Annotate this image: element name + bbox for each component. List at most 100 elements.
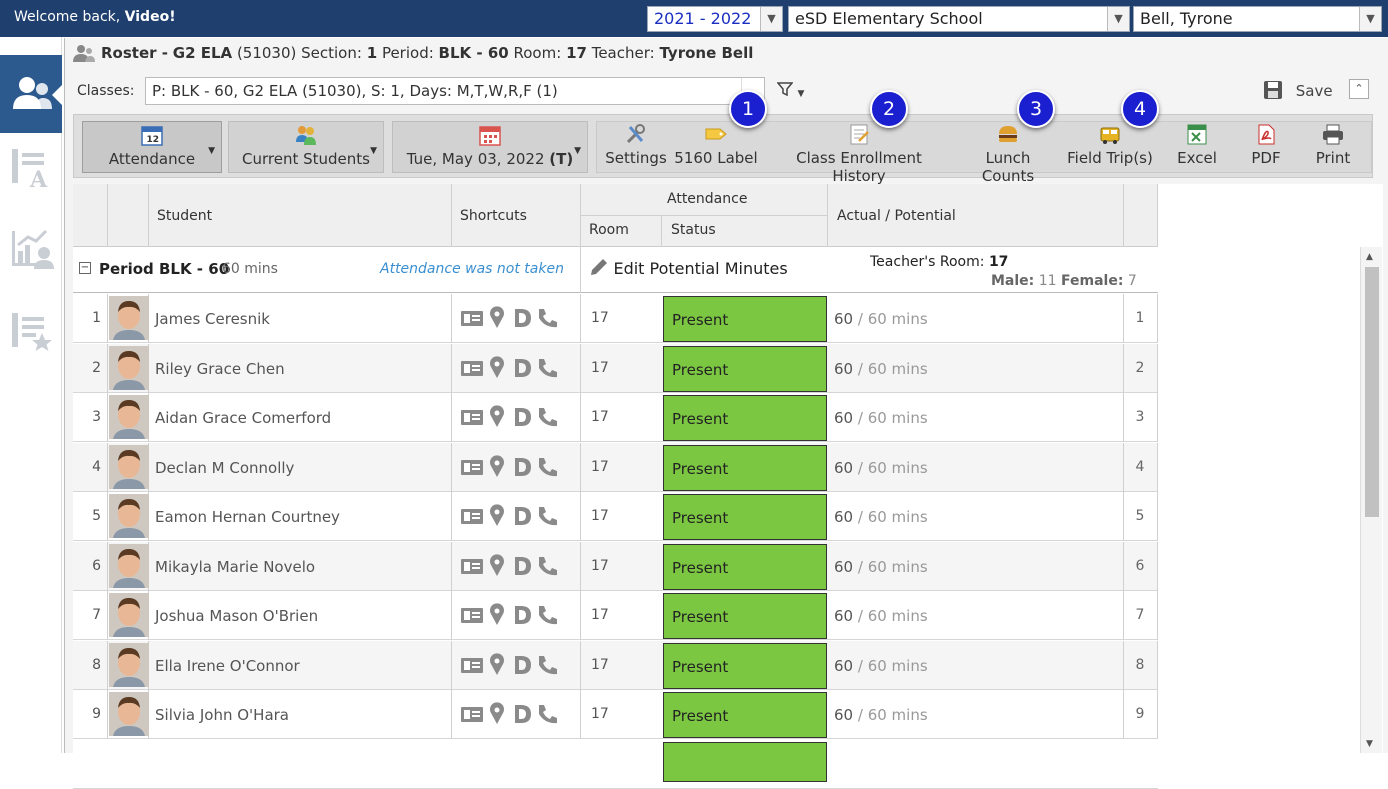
settings-button[interactable]: Settings	[604, 121, 668, 173]
actual-potential-minutes[interactable]: 60 / 60 mins	[834, 706, 928, 724]
map-pin-icon[interactable]	[490, 454, 504, 477]
student-photo[interactable]	[109, 692, 149, 736]
d-icon[interactable]	[515, 507, 531, 525]
d-icon[interactable]	[515, 606, 531, 624]
scroll-down-icon[interactable]: ▼	[1366, 739, 1373, 749]
lunch-counts-button[interactable]: Lunch Counts	[958, 121, 1058, 185]
edit-potential-minutes-button[interactable]: Edit Potential Minutes	[589, 257, 788, 278]
table-row[interactable]: 4 Declan M Connolly 17 Present 60 / 60 m…	[73, 442, 1158, 492]
teacher-select[interactable]: Bell, Tyrone ▼	[1133, 6, 1382, 32]
student-name-link[interactable]: Declan M Connolly	[155, 459, 294, 477]
id-card-icon[interactable]	[461, 459, 483, 475]
table-row[interactable]: 7 Joshua Mason O'Brien 17 Present 60 / 6…	[73, 591, 1158, 640]
actual-potential-minutes[interactable]: 60 / 60 mins	[834, 657, 928, 675]
school-year-select[interactable]: 2021 - 2022 ▼	[647, 6, 783, 32]
save-button[interactable]: Save	[1263, 80, 1333, 100]
phone-icon[interactable]	[539, 655, 557, 674]
attendance-status-cell[interactable]: Present	[663, 593, 827, 639]
map-pin-icon[interactable]	[490, 702, 504, 724]
attendance-status-cell[interactable]: Present	[663, 395, 827, 441]
pdf-button[interactable]: PDF	[1238, 121, 1294, 173]
student-photo[interactable]	[109, 494, 149, 538]
attendance-menu-button[interactable]: 12 Attendance ▼	[82, 121, 222, 173]
id-card-icon[interactable]	[461, 707, 483, 722]
attendance-status-cell[interactable]: Present	[663, 494, 827, 540]
filter-button[interactable]: ▼	[776, 82, 804, 100]
table-row[interactable]: 2 Riley Grace Chen 17 Present 60 / 60 mi…	[73, 343, 1158, 393]
d-icon[interactable]	[515, 408, 531, 426]
student-name-link[interactable]: Joshua Mason O'Brien	[155, 607, 318, 625]
scroll-up-icon[interactable]: ▲	[1366, 252, 1373, 262]
phone-icon[interactable]	[539, 309, 557, 328]
table-row[interactable]	[73, 739, 1158, 789]
id-card-icon[interactable]	[461, 360, 483, 376]
chevron-down-icon[interactable]: ▼	[1107, 7, 1129, 31]
student-photo[interactable]	[109, 543, 149, 588]
map-pin-icon[interactable]	[490, 306, 504, 328]
d-icon[interactable]	[515, 358, 531, 377]
table-row[interactable]: 3 Aidan Grace Comerford 17 Present 60 / …	[73, 393, 1158, 442]
attendance-status-cell[interactable]: Present	[663, 642, 827, 689]
class-enrollment-history-button[interactable]: Class Enrollment History	[774, 121, 944, 185]
actual-potential-minutes[interactable]: 60 / 60 mins	[834, 508, 928, 526]
nav-item-roster[interactable]	[0, 55, 62, 133]
d-icon[interactable]	[515, 705, 531, 723]
d-icon[interactable]	[515, 457, 531, 476]
attendance-status-cell[interactable]: Present	[663, 444, 827, 491]
current-students-button[interactable]: Current Students ▼	[228, 121, 384, 173]
actual-potential-minutes[interactable]: 60 / 60 mins	[834, 409, 928, 427]
attendance-status-cell[interactable]: Present	[663, 296, 827, 342]
student-name-link[interactable]: James Ceresnik	[155, 310, 270, 328]
header-room[interactable]: Room	[589, 222, 629, 238]
student-name-link[interactable]: Ella Irene O'Connor	[155, 657, 300, 675]
student-name-link[interactable]: Riley Grace Chen	[155, 360, 285, 378]
id-card-icon[interactable]	[461, 509, 483, 524]
student-photo[interactable]	[109, 296, 149, 340]
collapse-group-icon[interactable]: −	[79, 262, 91, 274]
student-name-link[interactable]: Mikayla Marie Novelo	[155, 558, 315, 576]
d-icon[interactable]	[515, 556, 531, 575]
phone-icon[interactable]	[539, 705, 557, 724]
d-icon[interactable]	[515, 655, 531, 674]
header-student[interactable]: Student	[157, 208, 212, 224]
id-card-icon[interactable]	[461, 657, 483, 673]
attendance-status-cell[interactable]: Present	[663, 345, 827, 392]
progress-chart-icon[interactable]	[10, 227, 54, 271]
classes-select[interactable]: P: BLK - 60, G2 ELA (51030), S: 1, Days:…	[145, 77, 765, 105]
id-card-icon[interactable]	[461, 558, 483, 574]
field-trips-button[interactable]: Field Trip(s)	[1062, 121, 1158, 173]
list-star-icon[interactable]	[10, 309, 54, 353]
header-status[interactable]: Status	[671, 222, 716, 238]
table-row[interactable]: 5 Eamon Hernan Courtney 17 Present 60 / …	[73, 492, 1158, 541]
student-name-link[interactable]: Eamon Hernan Courtney	[155, 508, 340, 526]
id-card-icon[interactable]	[461, 410, 483, 425]
student-photo[interactable]	[109, 642, 149, 687]
actual-potential-minutes[interactable]: 60 / 60 mins	[834, 310, 928, 328]
print-button[interactable]: Print	[1304, 121, 1362, 173]
phone-icon[interactable]	[539, 457, 557, 476]
student-photo[interactable]	[109, 444, 149, 489]
student-photo[interactable]	[109, 593, 149, 637]
phone-icon[interactable]	[539, 507, 557, 526]
grades-icon[interactable]: A	[10, 145, 54, 189]
id-card-icon[interactable]	[461, 608, 483, 623]
student-name-link[interactable]: Silvia John O'Hara	[155, 706, 289, 724]
phone-icon[interactable]	[539, 556, 557, 575]
actual-potential-minutes[interactable]: 60 / 60 mins	[834, 558, 928, 576]
table-row[interactable]: 8 Ella Irene O'Connor 17 Present 60 / 60…	[73, 640, 1158, 690]
student-photo[interactable]	[109, 395, 149, 439]
map-pin-icon[interactable]	[490, 553, 504, 576]
actual-potential-minutes[interactable]: 60 / 60 mins	[834, 459, 928, 477]
label-5160-button[interactable]: 5160 Label	[674, 121, 758, 173]
collapse-panel-button[interactable]: ⌃	[1349, 79, 1369, 99]
id-card-icon[interactable]	[461, 311, 483, 326]
student-name-link[interactable]: Aidan Grace Comerford	[155, 409, 331, 427]
date-picker-button[interactable]: Tue, May 03, 2022 (T) ▼	[392, 121, 588, 173]
actual-potential-minutes[interactable]: 60 / 60 mins	[834, 607, 928, 625]
map-pin-icon[interactable]	[490, 603, 504, 625]
d-icon[interactable]	[515, 309, 531, 327]
school-select[interactable]: eSD Elementary School ▼	[788, 6, 1130, 32]
phone-icon[interactable]	[539, 606, 557, 625]
attendance-status-cell[interactable]: Present	[663, 543, 827, 590]
attendance-status-cell[interactable]: Present	[663, 692, 827, 738]
